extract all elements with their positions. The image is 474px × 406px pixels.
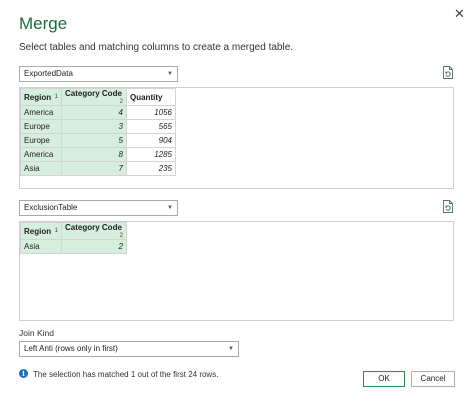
table-cell: Europe	[20, 119, 62, 134]
table-cell: 3	[61, 119, 127, 134]
table-row: America 4 1056	[20, 105, 176, 120]
join-kind-label: Join Kind	[19, 328, 54, 338]
table-row: Asia 7 235	[20, 161, 176, 176]
chevron-down-icon: ▼	[167, 71, 173, 77]
cancel-button[interactable]: Cancel	[411, 371, 455, 387]
column-header-quantity[interactable]: Quantity	[126, 88, 176, 106]
column-header-label: Region	[24, 226, 52, 236]
table-row: America 8 1285	[20, 147, 176, 162]
match-status-text: The selection has matched 1 out of the f…	[33, 370, 219, 379]
column-match-index: 1	[54, 93, 58, 100]
ok-button[interactable]: OK	[363, 371, 405, 387]
table-cell: 904	[126, 133, 176, 148]
column-header-label: Category Code	[65, 223, 122, 232]
table-cell: 1056	[126, 105, 176, 120]
chevron-down-icon: ▼	[167, 205, 173, 211]
second-table-preview: Region 1 Category Code 2 Asia 2	[19, 221, 454, 321]
column-header-label: Quantity	[130, 92, 163, 102]
dialog-title: Merge	[19, 14, 68, 33]
info-icon: i	[19, 369, 28, 378]
table-cell: America	[20, 147, 62, 162]
join-kind-selected: Left Anti (rows only in first)	[24, 344, 118, 353]
preview-refresh-icon[interactable]	[442, 66, 454, 84]
column-header-label: Category Code	[65, 89, 122, 98]
table-row: Asia 2	[20, 239, 127, 254]
table-row: Europe 3 565	[20, 119, 176, 134]
column-header-region[interactable]: Region 1	[20, 88, 62, 106]
column-header-region[interactable]: Region 1	[20, 222, 62, 240]
column-match-index: 1	[54, 227, 58, 234]
table-cell: 5	[61, 133, 127, 148]
table-cell: Europe	[20, 133, 62, 148]
first-table-dropdown[interactable]: ExportedData ▼	[19, 66, 178, 82]
second-table-grid: Region 1 Category Code 2 Asia 2	[20, 222, 127, 254]
table-cell: America	[20, 105, 62, 120]
table-cell: 2	[61, 239, 127, 254]
dialog-subtitle: Select tables and matching columns to cr…	[19, 42, 294, 53]
table-cell: 8	[61, 147, 127, 162]
preview-refresh-icon[interactable]	[442, 200, 454, 218]
table-row: Europe 5 904	[20, 133, 176, 148]
chevron-down-icon: ▼	[228, 346, 234, 352]
table-cell: 235	[126, 161, 176, 176]
first-table-grid: Region 1 Category Code 2 Quantity Americ…	[20, 88, 176, 176]
column-header-label: Region	[24, 92, 52, 102]
first-table-selected: ExportedData	[24, 69, 73, 78]
column-match-index: 2	[119, 233, 123, 239]
column-header-category-code[interactable]: Category Code 2	[61, 88, 127, 106]
column-match-index: 2	[119, 99, 123, 105]
table-cell: 4	[61, 105, 127, 120]
table-cell: 565	[126, 119, 176, 134]
second-table-dropdown[interactable]: ExclusionTable ▼	[19, 200, 178, 216]
close-icon[interactable]: ✕	[454, 6, 465, 22]
column-header-category-code[interactable]: Category Code 2	[61, 222, 127, 240]
join-kind-dropdown[interactable]: Left Anti (rows only in first) ▼	[19, 341, 239, 357]
table-cell: 7	[61, 161, 127, 176]
second-table-selected: ExclusionTable	[24, 203, 78, 212]
table-cell: Asia	[20, 161, 62, 176]
first-table-preview: Region 1 Category Code 2 Quantity Americ…	[19, 87, 454, 189]
table-cell: Asia	[20, 239, 62, 254]
table-cell: 1285	[126, 147, 176, 162]
